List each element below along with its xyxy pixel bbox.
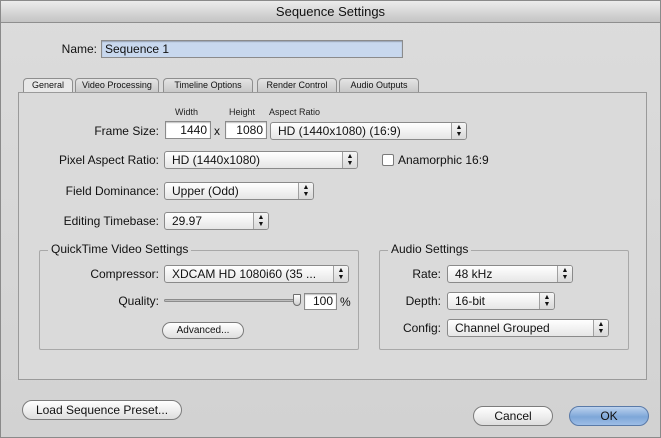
frame-width-field[interactable]: 1440	[165, 121, 211, 139]
tab-timeline-options[interactable]: Timeline Options	[163, 78, 253, 92]
pixel-aspect-popup[interactable]: HD (1440x1080) ▲ ▼	[164, 151, 358, 169]
cancel-button[interactable]: Cancel	[473, 406, 553, 426]
compressor-label: Compressor:	[90, 267, 159, 281]
config-popup[interactable]: Channel Grouped ▲ ▼	[447, 319, 609, 337]
width-header: Width	[175, 107, 199, 117]
rate-popup[interactable]: 48 kHz ▲ ▼	[447, 265, 573, 283]
quality-unit: %	[340, 295, 351, 309]
up-down-arrows-icon: ▲ ▼	[593, 320, 608, 336]
sequence-settings-window: Sequence Settings Name: Sequence 1 Gener…	[0, 0, 661, 438]
depth-popup[interactable]: 16-bit ▲ ▼	[447, 292, 555, 310]
rate-label: Rate:	[412, 267, 441, 281]
up-down-arrows-icon: ▲ ▼	[342, 152, 357, 168]
load-sequence-preset-button[interactable]: Load Sequence Preset...	[22, 400, 182, 420]
up-down-arrows-icon: ▲ ▼	[451, 123, 466, 139]
aspect-ratio-value: HD (1440x1080) (16:9)	[278, 124, 401, 138]
up-down-arrows-icon: ▲ ▼	[557, 266, 572, 282]
quality-slider-track[interactable]	[164, 299, 300, 302]
aspect-ratio-popup[interactable]: HD (1440x1080) (16:9) ▲ ▼	[270, 122, 467, 140]
name-field[interactable]: Sequence 1	[101, 40, 403, 58]
config-label: Config:	[402, 321, 441, 335]
quality-value-field[interactable]: 100	[304, 293, 337, 310]
field-dominance-value: Upper (Odd)	[172, 184, 239, 198]
tab-general[interactable]: General	[23, 78, 73, 93]
rate-value: 48 kHz	[455, 267, 493, 281]
editing-timebase-popup[interactable]: 29.97 ▲ ▼	[164, 212, 269, 230]
quicktime-settings-title: QuickTime Video Settings	[48, 242, 192, 256]
anamorphic-checkbox[interactable]	[382, 154, 394, 166]
up-down-arrows-icon: ▲ ▼	[333, 266, 348, 282]
frame-size-separator: x	[214, 124, 220, 138]
editing-timebase-value: 29.97	[172, 214, 203, 228]
aspect-ratio-header: Aspect Ratio	[269, 107, 321, 117]
up-down-arrows-icon: ▲ ▼	[539, 293, 554, 309]
tab-video-processing[interactable]: Video Processing	[75, 78, 159, 92]
frame-size-label: Frame Size:	[94, 124, 159, 138]
tab-render-control[interactable]: Render Control	[257, 78, 337, 92]
field-dominance-label: Field Dominance:	[65, 184, 159, 198]
compressor-popup[interactable]: XDCAM HD 1080i60 (35 ... ▲ ▼	[164, 265, 349, 283]
window-title: Sequence Settings	[1, 1, 660, 23]
field-dominance-popup[interactable]: Upper (Odd) ▲ ▼	[164, 182, 314, 200]
ok-button[interactable]: OK	[569, 406, 649, 426]
up-down-arrows-icon: ▲ ▼	[253, 213, 268, 229]
editing-timebase-label: Editing Timebase:	[63, 214, 159, 228]
tab-audio-outputs[interactable]: Audio Outputs	[339, 78, 419, 92]
name-label: Name:	[61, 42, 97, 56]
pixel-aspect-value: HD (1440x1080)	[172, 153, 261, 167]
general-panel: Width Height Aspect Ratio Frame Size: 14…	[18, 92, 647, 380]
config-value: Channel Grouped	[455, 321, 550, 335]
pixel-aspect-label: Pixel Aspect Ratio:	[58, 153, 159, 167]
audio-settings-title: Audio Settings	[388, 242, 472, 256]
advanced-button[interactable]: Advanced...	[162, 322, 244, 339]
height-header: Height	[229, 107, 256, 117]
up-down-arrows-icon: ▲ ▼	[298, 183, 313, 199]
depth-value: 16-bit	[455, 294, 486, 308]
quality-label: Quality:	[118, 294, 159, 308]
frame-height-field[interactable]: 1080	[225, 121, 267, 139]
depth-label: Depth:	[405, 294, 441, 308]
compressor-value: XDCAM HD 1080i60 (35 ...	[172, 267, 317, 281]
quality-slider-thumb[interactable]	[293, 294, 301, 306]
anamorphic-label: Anamorphic 16:9	[398, 153, 489, 167]
